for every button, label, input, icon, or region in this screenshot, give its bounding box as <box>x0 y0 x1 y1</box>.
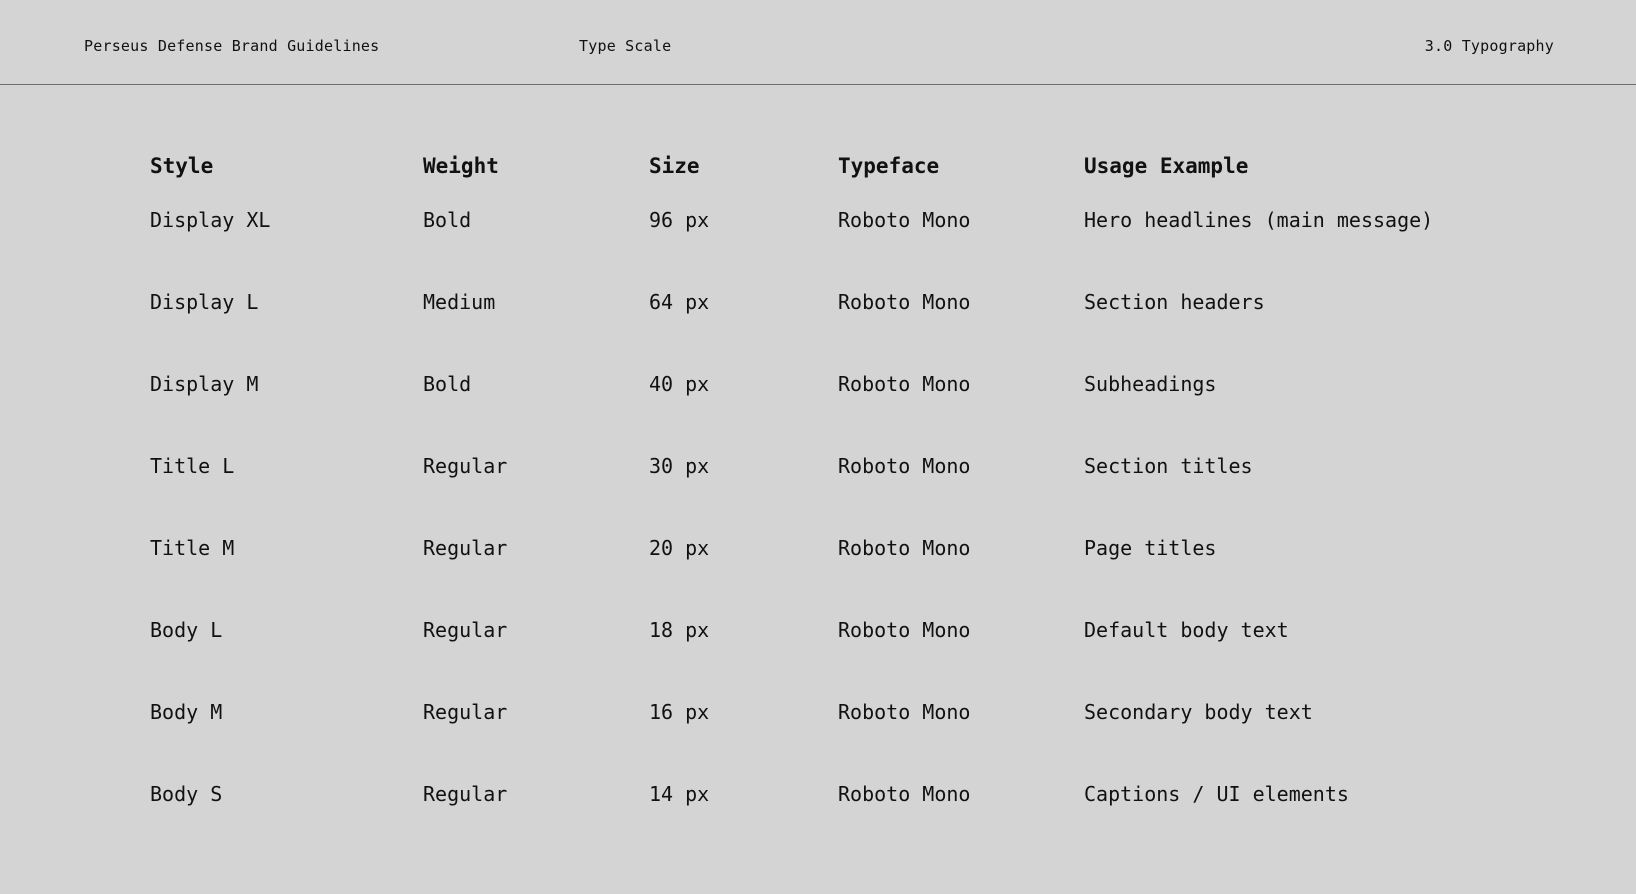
column-header-size: Size <box>649 154 700 178</box>
brand-title: Perseus Defense Brand Guidelines <box>84 37 380 55</box>
cell-weight: Regular <box>423 618 508 642</box>
cell-weight: Regular <box>423 536 508 560</box>
cell-weight: Bold <box>423 372 472 396</box>
cell-usage: Default body text <box>1084 618 1289 642</box>
cell-usage: Subheadings <box>1084 372 1217 396</box>
column-header-weight: Weight <box>423 154 499 178</box>
cell-typeface: Roboto Mono <box>838 454 971 478</box>
cell-usage: Hero headlines (main message) <box>1084 208 1434 232</box>
cell-style: Title M <box>150 536 235 560</box>
cell-usage: Section titles <box>1084 454 1253 478</box>
cell-typeface: Roboto Mono <box>838 290 971 314</box>
table-header-row: Style Weight Size Typeface Usage Example <box>150 148 1510 184</box>
table-row: Body M Regular 16 px Roboto Mono Seconda… <box>150 699 1510 781</box>
cell-style: Display M <box>150 372 259 396</box>
cell-size: 16 px <box>649 700 710 724</box>
cell-weight: Regular <box>423 454 508 478</box>
cell-size: 20 px <box>649 536 710 560</box>
chapter-label: 3.0 Typography <box>1424 37 1554 55</box>
cell-typeface: Roboto Mono <box>838 782 971 806</box>
type-scale-table: Style Weight Size Typeface Usage Example… <box>150 148 1510 863</box>
cell-size: 40 px <box>649 372 710 396</box>
cell-style: Body M <box>150 700 223 724</box>
cell-usage: Captions / UI elements <box>1084 782 1349 806</box>
cell-typeface: Roboto Mono <box>838 700 971 724</box>
cell-size: 18 px <box>649 618 710 642</box>
column-header-style: Style <box>150 154 214 178</box>
cell-weight: Medium <box>423 290 496 314</box>
cell-usage: Page titles <box>1084 536 1217 560</box>
table-row: Body L Regular 18 px Roboto Mono Default… <box>150 617 1510 699</box>
table-row: Title L Regular 30 px Roboto Mono Sectio… <box>150 453 1510 535</box>
cell-typeface: Roboto Mono <box>838 536 971 560</box>
cell-size: 64 px <box>649 290 710 314</box>
cell-style: Title L <box>150 454 235 478</box>
cell-usage: Secondary body text <box>1084 700 1313 724</box>
cell-style: Body L <box>150 618 223 642</box>
table-row: Display L Medium 64 px Roboto Mono Secti… <box>150 289 1510 371</box>
section-title: Type Scale <box>579 37 672 55</box>
table-row: Display M Bold 40 px Roboto Mono Subhead… <box>150 371 1510 453</box>
cell-style: Body S <box>150 782 223 806</box>
cell-weight: Regular <box>423 700 508 724</box>
cell-usage: Section headers <box>1084 290 1265 314</box>
cell-size: 14 px <box>649 782 710 806</box>
page-header: Perseus Defense Brand Guidelines Type Sc… <box>0 0 1636 85</box>
table-row: Title M Regular 20 px Roboto Mono Page t… <box>150 535 1510 617</box>
cell-typeface: Roboto Mono <box>838 372 971 396</box>
table-row: Display XL Bold 96 px Roboto Mono Hero h… <box>150 184 1510 289</box>
cell-weight: Regular <box>423 782 508 806</box>
cell-size: 30 px <box>649 454 710 478</box>
column-header-typeface: Typeface <box>838 154 940 178</box>
cell-size: 96 px <box>649 208 710 232</box>
cell-weight: Bold <box>423 208 472 232</box>
column-header-usage: Usage Example <box>1084 154 1249 178</box>
cell-typeface: Roboto Mono <box>838 618 971 642</box>
table-row: Body S Regular 14 px Roboto Mono Caption… <box>150 781 1510 863</box>
cell-style: Display XL <box>150 208 271 232</box>
cell-style: Display L <box>150 290 259 314</box>
cell-typeface: Roboto Mono <box>838 208 971 232</box>
